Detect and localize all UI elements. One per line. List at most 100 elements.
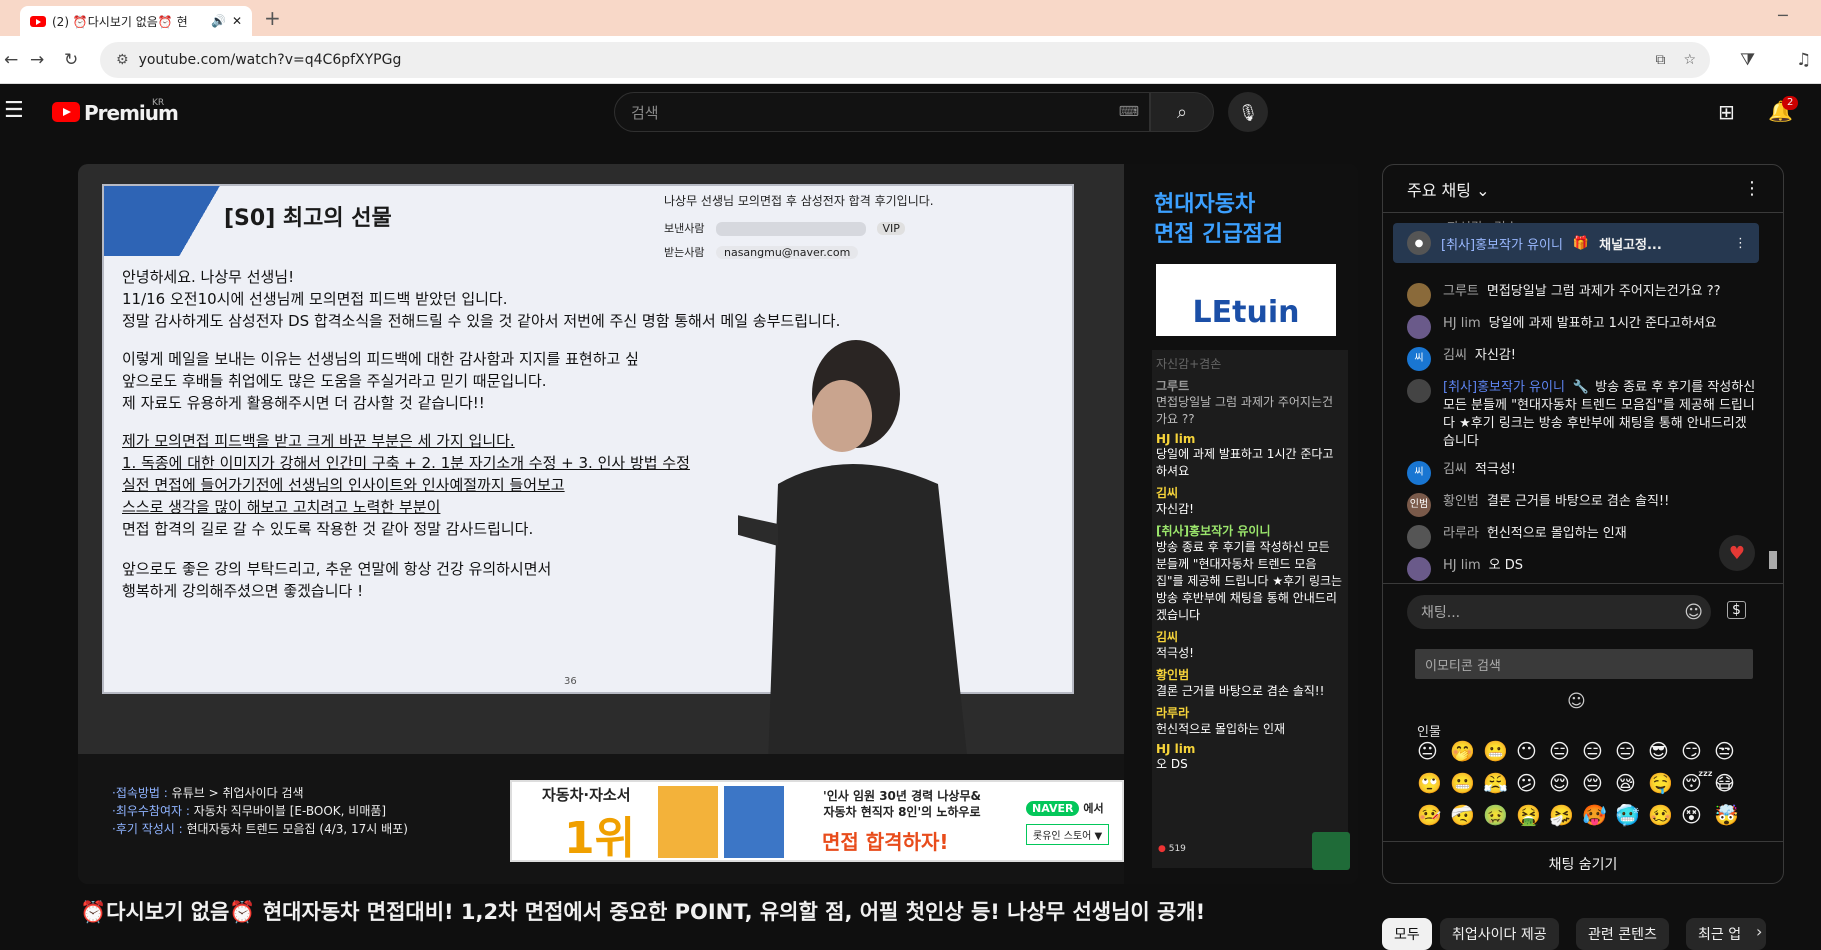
- forward-icon[interactable]: →: [30, 48, 44, 72]
- back-icon[interactable]: ←: [4, 48, 18, 72]
- emoji[interactable]: 🥴: [1648, 803, 1681, 827]
- super-chat-icon[interactable]: $: [1727, 601, 1746, 619]
- emoji[interactable]: 🤤: [1648, 771, 1681, 795]
- store-button[interactable]: 롯유인 스토어 ▼: [1026, 824, 1110, 845]
- emoji[interactable]: 😶: [1516, 739, 1549, 763]
- search-button[interactable]: ⌕: [1150, 92, 1214, 132]
- emoji[interactable]: 🤒: [1417, 803, 1450, 827]
- emoji[interactable]: 🤧: [1549, 803, 1582, 827]
- emoji[interactable]: 😕: [1516, 771, 1549, 795]
- voice-search-button[interactable]: 🎙: [1228, 92, 1268, 132]
- receiver-label: 받는사람: [664, 246, 705, 259]
- emoji[interactable]: 😏: [1681, 739, 1714, 763]
- more-options-icon[interactable]: ⋮: [1743, 178, 1761, 199]
- pinned-more-icon[interactable]: ⋮: [1734, 236, 1747, 251]
- emoji[interactable]: 🤕: [1450, 803, 1483, 827]
- speaker-icon[interactable]: 🔊: [211, 14, 226, 28]
- info-value: 현대자동차 트렌드 모음집 (4/3, 17시 배포): [186, 822, 408, 836]
- avatar: 인범: [1407, 493, 1431, 517]
- chat-message[interactable]: 씨 김씨 자신감!: [1407, 347, 1757, 371]
- emoji[interactable]: 🙄: [1417, 771, 1450, 795]
- chip-all[interactable]: 모두: [1382, 918, 1432, 950]
- chip-related[interactable]: 관련 콘텐츠: [1576, 918, 1669, 950]
- emoji[interactable]: 😴: [1681, 771, 1714, 795]
- open-in-app-icon[interactable]: ⧉: [1655, 52, 1665, 68]
- heart-reaction-icon[interactable]: ♥: [1719, 535, 1755, 571]
- minimize-icon[interactable]: ─: [1778, 6, 1788, 25]
- media-controls-icon[interactable]: ♫: [1796, 48, 1811, 72]
- bookmark-star-icon[interactable]: ☆: [1683, 52, 1696, 68]
- avatar: [1407, 379, 1431, 403]
- slide-line: 안녕하세요. 나상무 선생님!: [122, 268, 295, 286]
- browser-tab[interactable]: (2) ⏰다시보기 없음⏰ 현 🔊 ✕: [20, 6, 252, 36]
- banner-rank: 1위: [564, 813, 636, 862]
- emoji-search-input[interactable]: 이모티콘 검색: [1415, 649, 1753, 679]
- emoji[interactable]: 😑: [1615, 739, 1648, 763]
- chat-message[interactable]: HJ lim 오 DS: [1407, 557, 1757, 581]
- emoji[interactable]: 😒: [1714, 739, 1747, 763]
- hide-chat-button[interactable]: 채팅 숨기기: [1383, 841, 1783, 883]
- chat-message[interactable]: HJ lim 당일에 과제 발표하고 1시간 준다고하셔요: [1407, 315, 1757, 339]
- sender-redacted: [715, 222, 866, 236]
- slide-line: 제 자료도 유용하게 활용해주시면 더 감사할 것 같습니다!!: [122, 394, 485, 412]
- overlay-chat-msg: 헌신적으로 몰입하는 인재: [1156, 722, 1286, 736]
- pinned-message[interactable]: ● [취사]홍보작가 유이니 🎁 채널고정... ⋮: [1393, 223, 1759, 263]
- chevron-right-icon[interactable]: ›: [1756, 922, 1762, 941]
- address-bar[interactable]: ⚙ youtube.com/watch?v=q4C6pfXYPGg ⧉ ☆: [100, 42, 1710, 78]
- chat-scrollbar[interactable]: [1769, 551, 1777, 569]
- chat-message[interactable]: 씨 김씨 적극성!: [1407, 461, 1757, 485]
- emoji[interactable]: 😵: [1681, 803, 1714, 827]
- new-tab-icon[interactable]: +: [264, 6, 281, 30]
- emoji[interactable]: 😑: [1549, 739, 1582, 763]
- chat-message[interactable]: 인범 황인범 결론 근거를 바탕으로 겸손 솔직!!: [1407, 493, 1757, 517]
- emoji[interactable]: 😔: [1582, 771, 1615, 795]
- extensions-icon[interactable]: ⧩: [1740, 48, 1755, 72]
- chip-recent[interactable]: 최근 업: [1686, 918, 1766, 950]
- video-player[interactable]: [S0] 최고의 선물 나상무 선생님 모의면접 후 삼성전자 합격 후기입니다…: [78, 164, 1358, 884]
- chat-mode-dropdown[interactable]: 주요 채팅 ⌄: [1407, 177, 1489, 201]
- promo-banner[interactable]: 자동차·자소서 1위 '인사 임원 30년 경력 나상무& 자동차 현직자 8인'…: [510, 780, 1124, 862]
- site-info-icon[interactable]: ⚙: [116, 52, 129, 68]
- emoji[interactable]: 🥶: [1615, 803, 1648, 827]
- menu-icon[interactable]: ☰: [4, 98, 24, 123]
- emoji[interactable]: 😎: [1648, 739, 1681, 763]
- emoji[interactable]: 🤮: [1516, 803, 1549, 827]
- chat-message[interactable]: 그루트 면접당일날 그럼 과제가 주어지는건가요 ??: [1407, 283, 1757, 307]
- emoji[interactable]: 😬: [1450, 771, 1483, 795]
- channel-watermark-icon[interactable]: [1312, 832, 1350, 870]
- overlay-chat-msg: 면접당일날 그럼 과제가 주어지는건가요 ??: [1156, 395, 1334, 426]
- keyboard-icon[interactable]: ⌨: [1119, 104, 1139, 120]
- info-lines: ·접속방법 : 유튜브 > 취업사이다 검색 ·최우수참여자 : 자동차 직무바…: [112, 784, 408, 838]
- banner-right-text: '인사 임원 30년 경력 나상무& 자동차 현직자 8인'의 노하우로: [802, 788, 1002, 820]
- emoji[interactable]: 🤯: [1714, 803, 1747, 827]
- emoji[interactable]: 🤭: [1450, 739, 1483, 763]
- notification-badge: 2: [1782, 96, 1799, 110]
- emoji[interactable]: 😌: [1549, 771, 1582, 795]
- overlay-chat-msg: 결론 근거를 바탕으로 겸손 솔직!!: [1156, 684, 1325, 698]
- emoji[interactable]: 😑: [1582, 739, 1615, 763]
- chip-channel[interactable]: 취업사이다 제공: [1440, 918, 1559, 950]
- close-tab-icon[interactable]: ✕: [232, 14, 242, 28]
- banner-right-mid: 자동차 현직자 8인'의 노하우로: [823, 805, 981, 819]
- emoji[interactable]: 😤: [1483, 771, 1516, 795]
- overlay-chat-msg: 당일에 과제 발표하고 1시간 준다고하셔요: [1156, 447, 1334, 478]
- emoji-category-smiley-icon[interactable]: ☺: [1567, 691, 1586, 712]
- emoji[interactable]: 😷: [1714, 771, 1747, 795]
- reload-icon[interactable]: ↻: [64, 48, 78, 72]
- banner-headline: 면접 합격하자!: [822, 830, 949, 854]
- search-icon: ⌕: [1176, 101, 1188, 123]
- youtube-logo-icon[interactable]: [52, 102, 80, 122]
- emoji[interactable]: 😬: [1483, 739, 1516, 763]
- emoji-icon[interactable]: ☺: [1684, 602, 1703, 623]
- chat-message[interactable]: 라루라 헌신적으로 몰입하는 인재: [1407, 525, 1757, 549]
- chat-input[interactable]: 채팅... ☺: [1407, 595, 1711, 629]
- chat-message[interactable]: [취사]홍보작가 유이니 🔧 방송 종료 후 후기를 작성하신 모든 분들께 "현대…: [1407, 379, 1757, 451]
- emoji[interactable]: 🥵: [1582, 803, 1615, 827]
- search-input[interactable]: 검색 ⌨: [614, 92, 1150, 132]
- create-video-icon[interactable]: ⊞: [1718, 100, 1735, 124]
- emoji[interactable]: 😪: [1615, 771, 1648, 795]
- emoji[interactable]: 😐: [1417, 739, 1450, 763]
- banner-right-top: '인사 임원 30년 경력 나상무&: [823, 789, 981, 803]
- emoji[interactable]: 🤢: [1483, 803, 1516, 827]
- overlay-chat-name: 라루라: [1156, 706, 1190, 720]
